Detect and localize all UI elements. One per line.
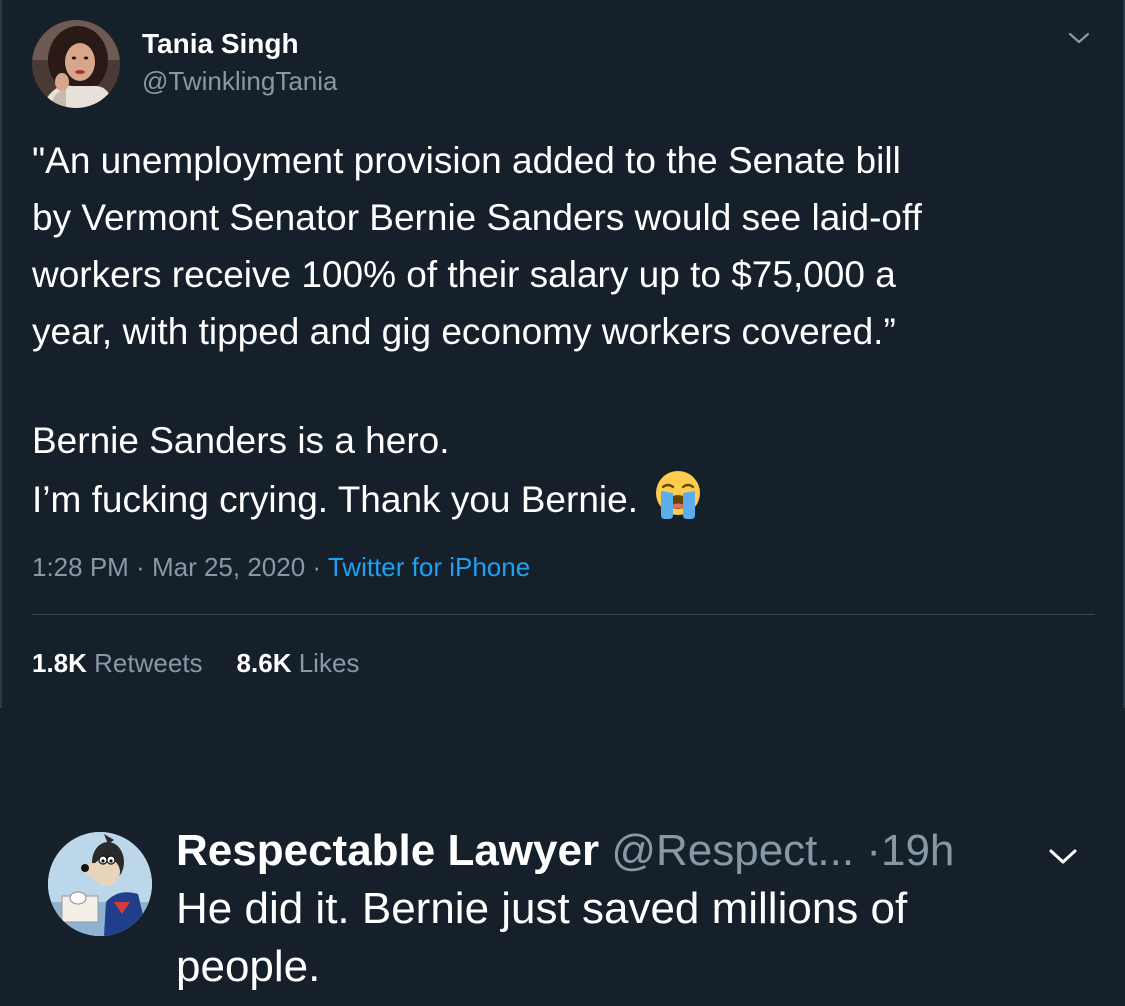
retweets-count: 1.8K (32, 648, 87, 678)
tweet-stats-row: 1.8K Retweets 8.6K Likes (32, 648, 359, 679)
tweet-text-line: year, with tipped and gig economy worker… (32, 311, 896, 352)
tweet-text-line: "An unemployment provision added to the … (32, 140, 901, 181)
meta-separator: · (136, 552, 145, 582)
reply-display-name[interactable]: Respectable Lawyer (176, 826, 599, 875)
tweet-text-line: by Vermont Senator Bernie Sanders would … (32, 197, 922, 238)
reply-body: He did it. Bernie just saved millions of… (176, 880, 1076, 996)
tweet-card[interactable]: Tania Singh @TwinklingTania "An unemploy… (0, 0, 1125, 708)
reply-time[interactable]: 19h (881, 826, 954, 875)
loudly-crying-face-icon (652, 469, 704, 521)
reply-text-line: He did it. Bernie just saved millions of (176, 884, 908, 933)
tweet-text-line: Bernie Sanders is a hero. (32, 420, 450, 461)
tweet-timestamp-row: 1:28 PM · Mar 25, 2020 · Twitter for iPh… (32, 552, 530, 583)
reply-header: Respectable Lawyer @Respect... ·19h (176, 822, 954, 880)
author-avatar[interactable] (32, 20, 120, 108)
retweets-stat[interactable]: 1.8K Retweets (32, 648, 203, 678)
likes-label: Likes (298, 648, 360, 678)
author-display-name[interactable]: Tania Singh (142, 28, 299, 60)
likes-count: 8.6K (236, 648, 292, 678)
likes-stat[interactable]: 8.6K Likes (237, 648, 360, 678)
tweet-body: "An unemployment provision added to the … (32, 132, 1092, 526)
tweet-source-link[interactable]: Twitter for iPhone (328, 552, 530, 582)
screenshot-page: Tania Singh @TwinklingTania "An unemploy… (0, 0, 1125, 1006)
tweet-text-line: I’m fucking crying. Thank you Bernie. (32, 479, 638, 520)
chevron-down-icon[interactable] (1046, 844, 1080, 868)
author-handle[interactable]: @TwinklingTania (142, 66, 337, 97)
retweets-label: Retweets (94, 648, 203, 678)
chevron-down-icon[interactable] (1066, 28, 1092, 48)
stats-divider (32, 614, 1095, 615)
reply-handle[interactable]: @Respect... (611, 826, 854, 875)
reply-separator: · (866, 826, 881, 875)
tweet-date[interactable]: Mar 25, 2020 (152, 552, 305, 582)
card-left-border (0, 0, 2, 708)
reply-text-line: people. (176, 942, 321, 991)
meta-separator: · (312, 552, 322, 582)
reply-author-avatar[interactable] (48, 832, 152, 936)
tweet-time[interactable]: 1:28 PM (32, 552, 129, 582)
tweet-text-line: workers receive 100% of their salary up … (32, 254, 896, 295)
tweet-text-line-with-emoji: I’m fucking crying. Thank you Bernie. (32, 469, 1092, 526)
